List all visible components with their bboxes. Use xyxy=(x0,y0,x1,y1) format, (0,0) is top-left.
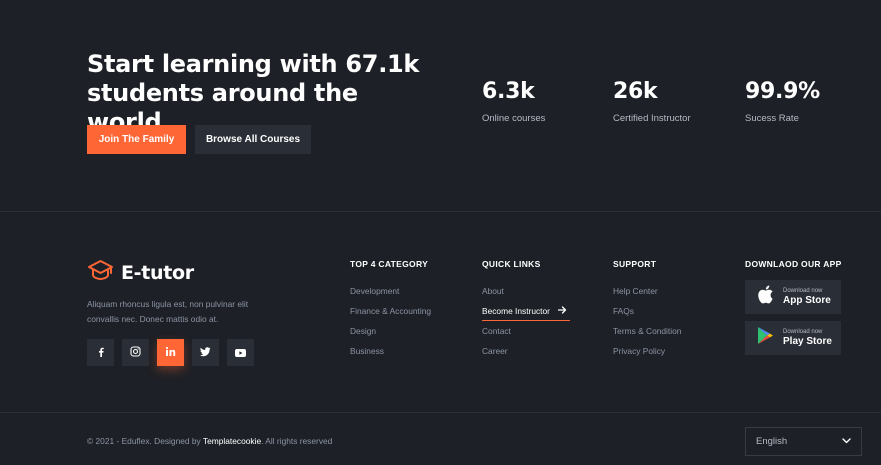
google-play-icon xyxy=(757,326,774,350)
store-name: Play Store xyxy=(783,336,832,347)
stat-success-rate: 99.9% Sucess Rate xyxy=(745,79,820,124)
footer-link-become-instructor[interactable]: Become Instructor xyxy=(482,306,570,316)
play-store-button[interactable]: Download now Play Store xyxy=(745,321,841,355)
store-caption: Download now xyxy=(783,288,823,294)
arrow-right-icon xyxy=(557,306,567,316)
active-underline xyxy=(482,320,570,321)
stat-label: Certified Instructor xyxy=(613,113,691,124)
youtube-icon xyxy=(235,344,246,362)
footer-link-finance[interactable]: Finance & Accounting xyxy=(350,306,431,316)
column-heading: SUPPORT xyxy=(613,259,657,269)
footer-divider xyxy=(0,412,881,413)
link-label: Become Instructor xyxy=(482,306,550,316)
facebook-button[interactable] xyxy=(87,339,114,366)
stat-label: Sucess Rate xyxy=(745,113,799,124)
footer-link-privacy[interactable]: Privacy Policy xyxy=(613,346,681,356)
linkedin-button[interactable] xyxy=(157,339,184,366)
column-heading: QUICK LINKS xyxy=(482,259,541,269)
instagram-button[interactable] xyxy=(122,339,149,366)
footer-link-become-instructor-wrap: Become Instructor xyxy=(482,306,570,321)
stat-online-courses: 6.3k Online courses xyxy=(482,79,545,124)
copyright-prefix: © 2021 - Eduflex. Designed by xyxy=(87,436,203,446)
apple-icon xyxy=(757,285,774,309)
brand-logo[interactable]: E-tutor xyxy=(87,259,194,286)
facebook-icon xyxy=(96,344,106,362)
footer-column-support: SUPPORT Help Center FAQs Terms & Conditi… xyxy=(613,259,681,356)
footer-link-faqs[interactable]: FAQs xyxy=(613,306,681,316)
stat-label: Online courses xyxy=(482,113,546,124)
footer-link-about[interactable]: About xyxy=(482,286,570,296)
footer-link-career[interactable]: Career xyxy=(482,346,570,356)
column-heading: TOP 4 CATEGORY xyxy=(350,259,429,269)
footer-column-quick-links: QUICK LINKS About Become Instructor Cont… xyxy=(482,259,570,356)
designer-link[interactable]: Templatecookie xyxy=(203,436,261,446)
store-text: Download now Play Store xyxy=(783,328,832,348)
language-select[interactable]: English xyxy=(745,427,862,456)
copyright-text: © 2021 - Eduflex. Designed by Templateco… xyxy=(87,436,332,446)
hero-title: Start learning with 67.1k students aroun… xyxy=(87,50,420,136)
brand-name: E-tutor xyxy=(121,261,194,284)
store-name: App Store xyxy=(783,295,831,306)
linkedin-icon xyxy=(165,344,176,362)
column-heading: DOWNLAOD OUR APP xyxy=(745,259,842,269)
footer-link-contact[interactable]: Contact xyxy=(482,326,570,336)
instagram-icon xyxy=(130,344,141,362)
footer-link-design[interactable]: Design xyxy=(350,326,431,336)
twitter-icon xyxy=(200,344,211,362)
store-caption: Download now xyxy=(783,329,823,335)
footer-link-help-center[interactable]: Help Center xyxy=(613,286,681,296)
store-text: Download now App Store xyxy=(783,287,831,307)
stat-value: 6.3k xyxy=(482,79,535,104)
app-store-button[interactable]: Download now App Store xyxy=(745,280,841,314)
social-links xyxy=(87,339,254,366)
copyright-suffix: . All rights reserved xyxy=(261,436,333,446)
stat-value: 99.9% xyxy=(745,79,820,104)
section-divider xyxy=(0,211,881,212)
footer-column-category: TOP 4 CATEGORY Development Finance & Acc… xyxy=(350,259,431,356)
footer-link-business[interactable]: Business xyxy=(350,346,431,356)
language-value: English xyxy=(756,436,788,447)
graduation-cap-icon xyxy=(87,259,114,286)
chevron-down-icon xyxy=(842,436,851,447)
stat-value: 26k xyxy=(613,79,658,104)
footer-link-development[interactable]: Development xyxy=(350,286,431,296)
twitter-button[interactable] xyxy=(192,339,219,366)
stat-certified-instructor: 26k Certified Instructor xyxy=(613,79,691,124)
footer-link-terms[interactable]: Terms & Condition xyxy=(613,326,681,336)
browse-courses-button[interactable]: Browse All Courses xyxy=(195,125,311,154)
join-family-button[interactable]: Join The Family xyxy=(87,125,186,154)
brand-description: Aliquam rhoncus ligula est, non pulvinar… xyxy=(87,299,249,324)
youtube-button[interactable] xyxy=(227,339,254,366)
